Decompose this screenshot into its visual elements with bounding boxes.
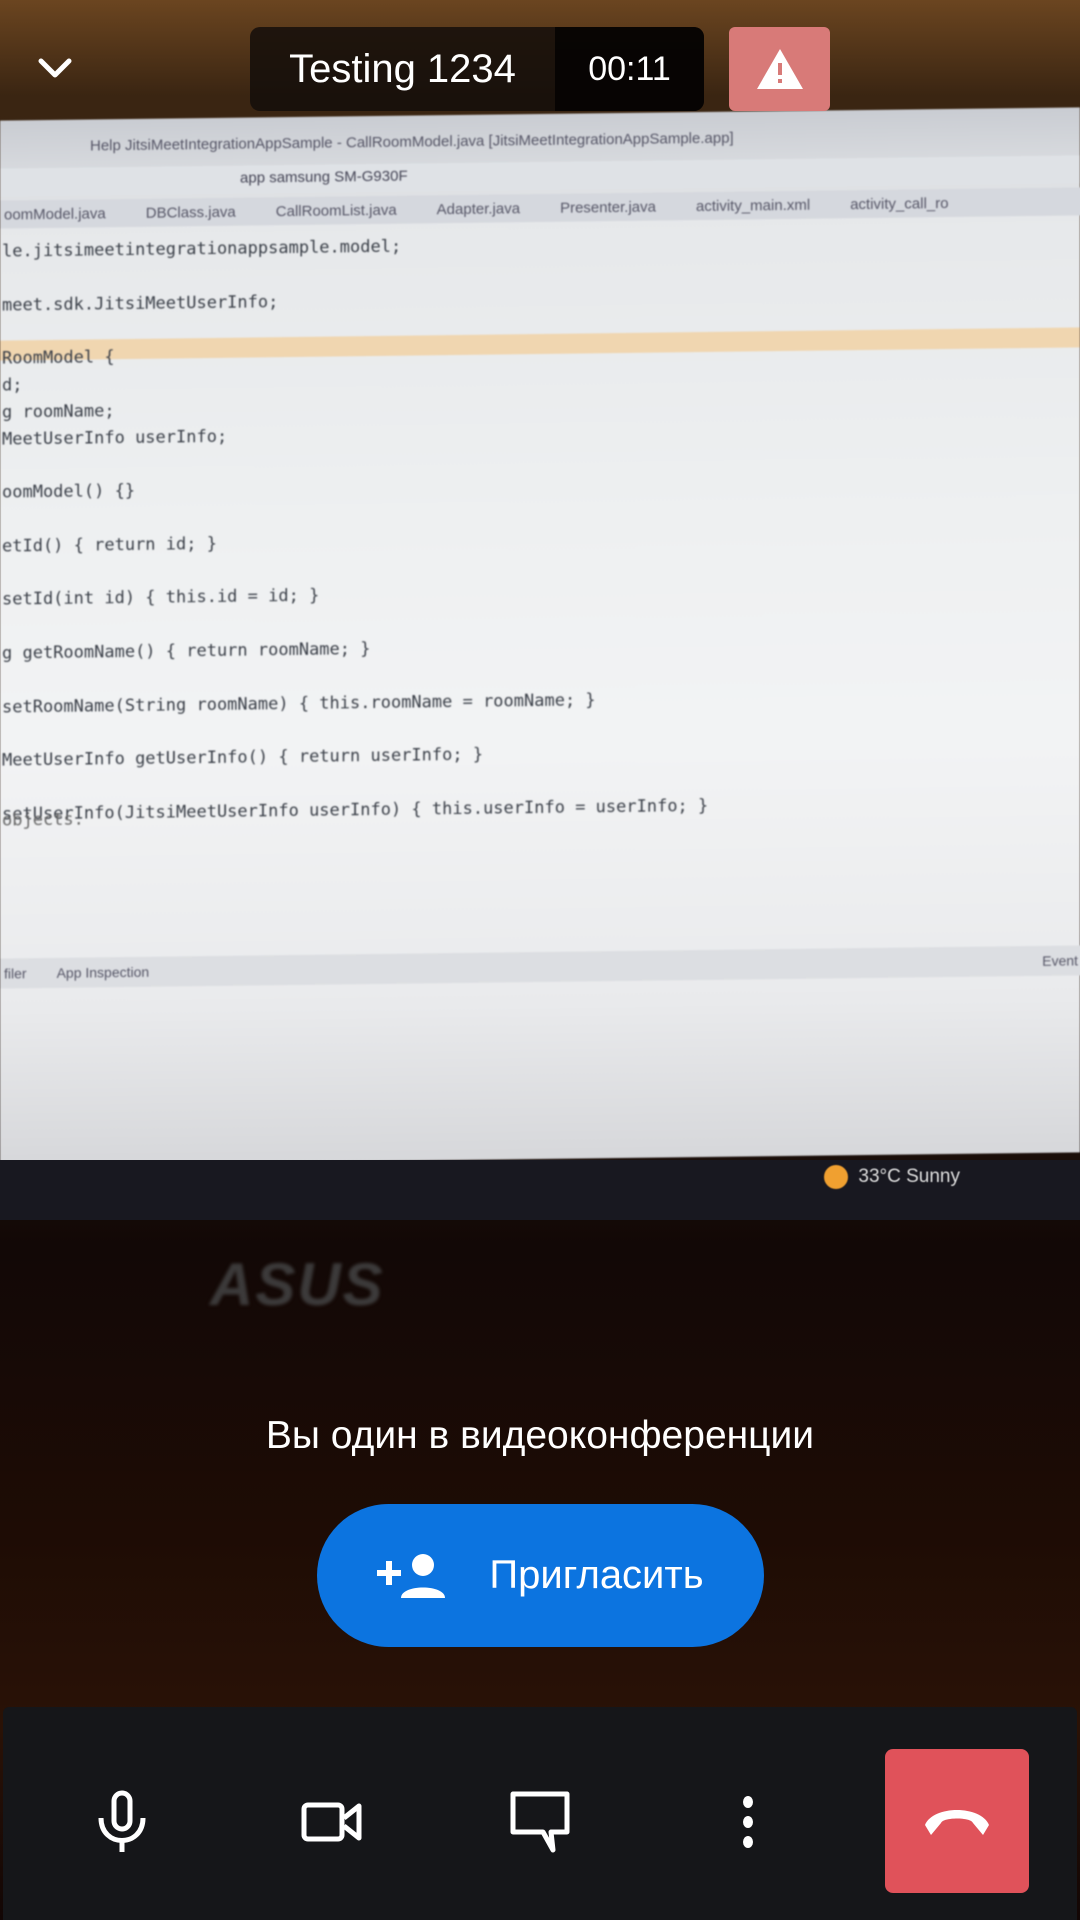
ide-tab: Presenter.java	[560, 198, 656, 217]
ide-status-bar: filer App Inspection Event	[0, 945, 1080, 989]
call-timer: 00:11	[555, 27, 704, 111]
weather-text: 33°C Sunny	[858, 1166, 960, 1187]
add-person-icon	[377, 1553, 446, 1598]
ide-status-item: filer	[4, 965, 27, 982]
warning-icon	[756, 49, 803, 89]
chat-button[interactable]	[495, 1777, 585, 1867]
ide-status-item: Event	[1042, 952, 1078, 969]
invite-button[interactable]: Пригласить	[317, 1504, 764, 1647]
collapse-button[interactable]	[30, 44, 80, 94]
conference-info: Testing 1234 00:11	[250, 27, 704, 111]
chat-icon	[510, 1791, 570, 1853]
microphone-icon	[98, 1790, 146, 1852]
ide-tab: activity_call_ro	[850, 194, 949, 213]
ide-tab: activity_main.xml	[695, 196, 811, 215]
weather-widget: 33°C Sunny	[824, 1165, 960, 1189]
laptop-screen: Help JitsiMeetIntegrationAppSample - Cal…	[0, 107, 1080, 1166]
ide-toolbar-text: app samsung SM-G930F	[240, 167, 408, 187]
ide-tab: oomModel.java	[4, 204, 106, 224]
phone-hangup-icon	[925, 1810, 989, 1835]
sun-icon	[824, 1165, 849, 1189]
ide-tab: CallRoomList.java	[275, 201, 397, 220]
laptop-logo: ASUS	[210, 1251, 385, 1318]
more-vertical-icon	[743, 1796, 753, 1848]
ide-status-item: App Inspection	[56, 963, 150, 981]
microphone-button[interactable]	[77, 1777, 167, 1867]
warning-button[interactable]	[729, 27, 830, 111]
hangup-button[interactable]	[885, 1749, 1029, 1893]
ide-tab: DBClass.java	[145, 203, 236, 222]
chevron-down-icon	[38, 58, 72, 78]
video-camera-icon	[301, 1802, 362, 1842]
camera-button[interactable]	[287, 1777, 377, 1867]
conference-title: Testing 1234	[289, 46, 516, 91]
ide-code: le.jitsimeetintegrationappsample.model; m…	[2, 230, 708, 828]
alone-message: Вы один в видеоконференции	[265, 1414, 815, 1457]
top-bar: Testing 1234 00:11	[0, 0, 1080, 140]
more-options-button[interactable]	[703, 1777, 793, 1867]
invite-label: Пригласить	[489, 1553, 704, 1597]
call-toolbar	[3, 1707, 1077, 1920]
ide-tab: Adapter.java	[436, 199, 521, 218]
